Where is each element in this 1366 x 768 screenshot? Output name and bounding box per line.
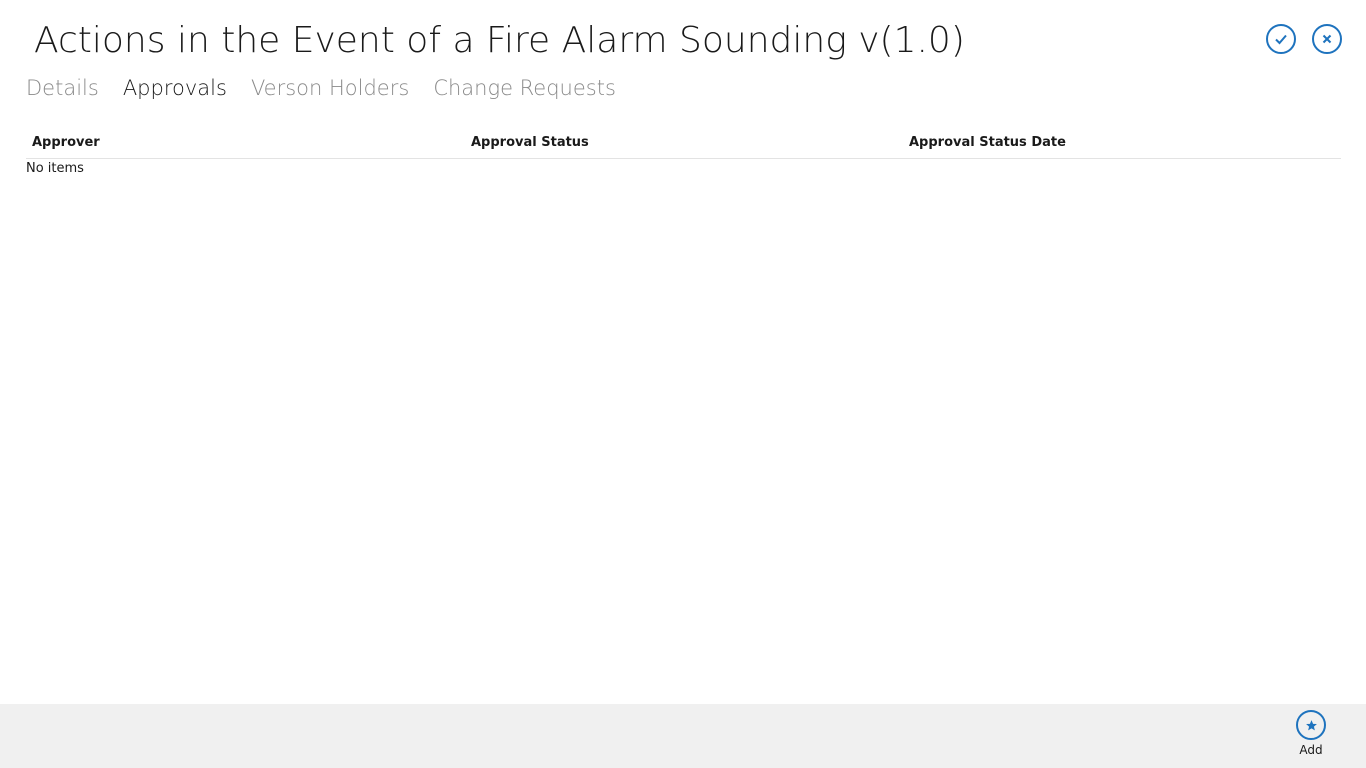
tab-approvals[interactable]: Approvals (123, 72, 227, 104)
column-header-approval-status[interactable]: Approval Status (471, 135, 589, 150)
confirm-button[interactable] (1266, 24, 1296, 54)
tab-change-requests[interactable]: Change Requests (433, 72, 616, 104)
add-button[interactable]: Add (1291, 710, 1331, 757)
top-actions (1266, 24, 1342, 54)
empty-message: No items (26, 161, 84, 176)
page-title: Actions in the Event of a Fire Alarm Sou… (34, 20, 965, 61)
add-label: Add (1299, 743, 1323, 757)
page: Actions in the Event of a Fire Alarm Sou… (0, 0, 1366, 768)
table-header: Approver Approval Status Approval Status… (26, 130, 1341, 159)
column-header-approver[interactable]: Approver (32, 135, 100, 150)
tab-bar: Details Approvals Verson Holders Change … (26, 72, 616, 104)
app-bar: Add (0, 704, 1366, 768)
tab-verson-holders[interactable]: Verson Holders (251, 72, 409, 104)
close-button[interactable] (1312, 24, 1342, 54)
column-header-approval-status-date[interactable]: Approval Status Date (909, 135, 1066, 150)
close-icon (1322, 34, 1332, 44)
star-icon (1305, 719, 1317, 730)
tab-details[interactable]: Details (26, 72, 99, 104)
approvals-table: Approver Approval Status Approval Status… (26, 130, 1341, 176)
check-icon (1275, 34, 1287, 45)
add-button-circle (1296, 710, 1326, 740)
